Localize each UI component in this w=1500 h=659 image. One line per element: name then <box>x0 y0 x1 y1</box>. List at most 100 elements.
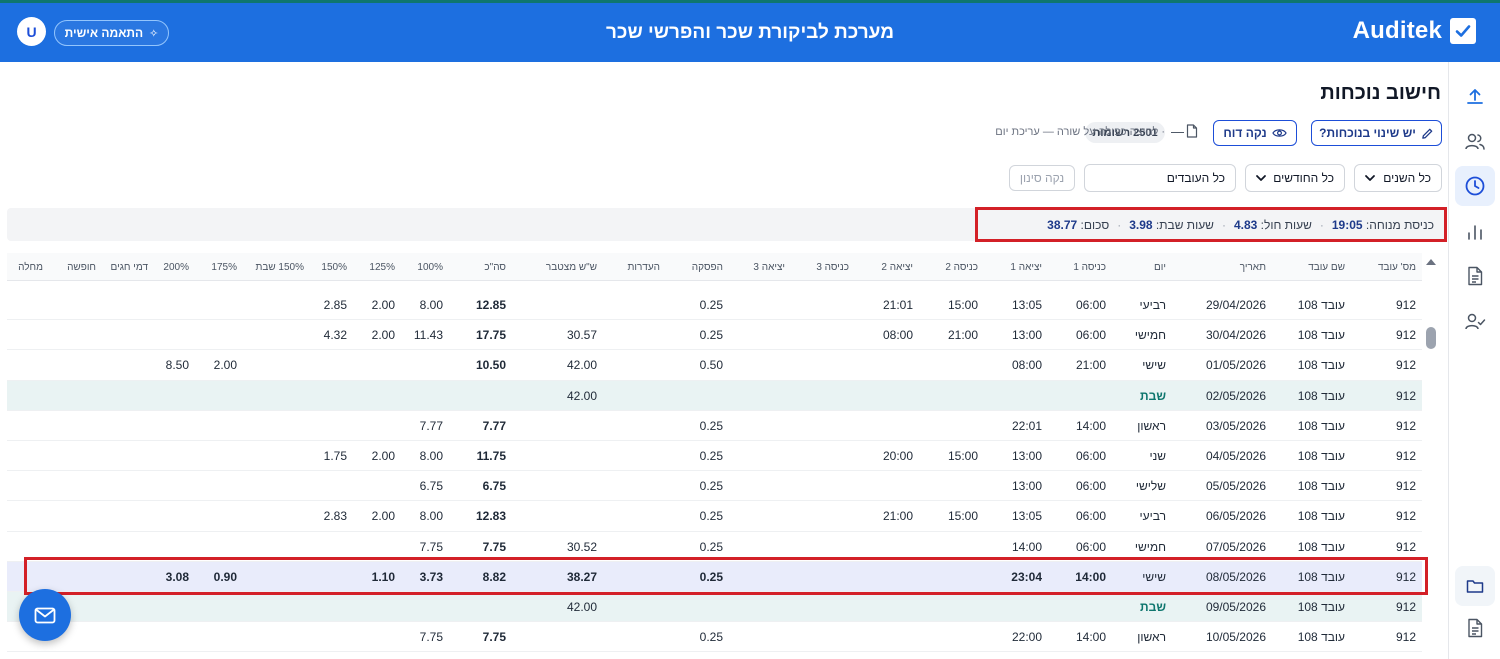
column-header-accumulated-weekly-hours[interactable]: ש"ש מצטבר <box>546 262 597 273</box>
cell-break: 0.25 <box>699 328 723 343</box>
user-avatar[interactable]: U <box>17 17 46 46</box>
employee-filter-select[interactable]: כל העובדים <box>1084 164 1236 192</box>
year-filter-select[interactable]: כל השנים <box>1354 164 1442 192</box>
table-row[interactable]: 912 עובד 108 06/05/2026 רביעי 06:00 13:05 15:0… <box>7 501 1422 532</box>
table-row[interactable]: 912 עובד 108 29/04/2026 רביעי 06:00 13:05 15:0… <box>7 290 1422 321</box>
cell-total: 10.50 <box>475 358 506 373</box>
document-icon <box>1468 266 1483 286</box>
column-header-sick[interactable]: מחלה <box>18 262 43 273</box>
table-row[interactable]: 912 עובד 108 30/04/2026 חמישי 06:00 13:00 21:0… <box>7 320 1422 351</box>
cell-day: שבת <box>1140 599 1166 614</box>
column-header-exit-3[interactable]: יציאה 3 <box>753 262 785 273</box>
sidebar-item-upload[interactable] <box>1455 76 1495 116</box>
cell-date: 10/05/2026 <box>1205 630 1266 645</box>
cell-day: שישי <box>1142 569 1166 584</box>
sidebar-item-folders[interactable] <box>1455 566 1495 606</box>
table-row[interactable]: 912 עובד 108 07/05/2026 חמישי 06:00 14:00 0.25… <box>7 531 1422 562</box>
cell-exit-1: 13:00 <box>1011 328 1042 343</box>
column-header-employee-id[interactable]: מס' עובד <box>1378 262 1416 273</box>
column-header-pct-200[interactable]: 200% <box>163 262 189 273</box>
sidebar-item-attendance[interactable] <box>1455 166 1495 206</box>
cell-total: 11.75 <box>476 448 506 463</box>
scrollbar-thumb[interactable] <box>1426 327 1436 349</box>
cell-break: 0.25 <box>699 509 723 524</box>
cell-employee-id: 912 <box>1395 630 1416 645</box>
cell-day: שישי <box>1142 358 1166 373</box>
sidebar-nav <box>1448 62 1500 659</box>
column-header-absence[interactable]: העדרות <box>627 262 660 273</box>
table-row[interactable]: 912 עובד 108 01/05/2026 שישי 21:00 08:00 0.50 4… <box>7 350 1422 381</box>
cell-pct-100: 6.75 <box>419 479 443 494</box>
table-row[interactable]: 912 עובד 108 08/05/2026 שישי 14:00 23:04 0.25 3… <box>7 561 1422 592</box>
table-row[interactable]: 912 עובד 108 09/05/2026 שבת 42.00 <box>7 591 1422 623</box>
sidebar-item-reports[interactable] <box>1455 212 1495 252</box>
cell-pct-150: 1.75 <box>323 448 347 463</box>
cell-accumulated-weekly-hours: 38.27 <box>566 569 597 584</box>
sidebar-item-approvals[interactable] <box>1455 302 1495 342</box>
cell-day: רביעי <box>1139 298 1166 312</box>
clear-filter-button[interactable]: נקה סינון <box>1009 165 1075 191</box>
cell-break: 0.25 <box>699 630 723 645</box>
contact-mail-button[interactable] <box>19 589 71 641</box>
cell-date: 29/04/2026 <box>1205 298 1266 312</box>
cell-entry-1: 06:00 <box>1075 509 1106 524</box>
cell-employee-name: עובד 108 <box>1297 509 1345 524</box>
cell-accumulated-weekly-hours: 30.52 <box>566 539 597 554</box>
attendance-change-label: יש שינוי בנוכחות? <box>1319 126 1416 140</box>
attendance-change-button[interactable]: יש שינוי בנוכחות? <box>1311 120 1442 146</box>
column-header-pct-175[interactable]: 175% <box>211 262 237 273</box>
cell-pct-150: 4.32 <box>323 328 347 343</box>
edit-hint: · לחיצה כפולה על שורה — עריכת יום <box>995 126 1165 138</box>
cell-total: 7.75 <box>482 630 506 645</box>
cell-pct-125: 2.00 <box>371 448 395 463</box>
column-header-entry-2[interactable]: כניסה 2 <box>945 262 978 273</box>
cell-exit-1: 23:04 <box>1011 569 1042 584</box>
table-row[interactable]: 912 עובד 108 05/05/2026 שלישי 06:00 13:00 0.25… <box>7 471 1422 502</box>
column-header-exit-2[interactable]: יציאה 2 <box>881 262 913 273</box>
rest-entry-value: 19:05 <box>1331 217 1363 232</box>
cell-pct-125: 2.00 <box>371 328 395 343</box>
cell-date: 02/05/2026 <box>1205 388 1266 403</box>
table-scrollbar[interactable] <box>1424 254 1438 659</box>
table-row[interactable]: 912 עובד 108 04/05/2026 שני 06:00 13:00 15:00 2… <box>7 440 1422 472</box>
column-header-vacation[interactable]: חופשה <box>67 262 96 273</box>
sidebar-item-employees[interactable] <box>1455 122 1495 162</box>
cell-day: חמישי <box>1134 539 1166 554</box>
table-row[interactable]: 912 עובד 108 02/05/2026 שבת 42.00 <box>7 380 1422 411</box>
column-header-pct-125[interactable]: 125% <box>369 262 395 273</box>
sidebar-item-files[interactable] <box>1455 608 1495 648</box>
column-header-break[interactable]: הפסקה <box>692 262 723 273</box>
table-row[interactable]: 912 עובד 108 03/05/2026 ראשון 14:00 22:01 0.25… <box>7 410 1422 441</box>
cell-day: ראשון <box>1137 418 1166 433</box>
personalize-button[interactable]: ✧ התאמה אישית <box>54 20 169 46</box>
file-icon <box>1186 124 1198 143</box>
upload-icon <box>1467 89 1483 104</box>
cell-entry-1: 21:00 <box>1075 358 1106 373</box>
column-header-exit-1[interactable]: יציאה 1 <box>1010 262 1042 273</box>
clean-report-button[interactable]: נקה דוח <box>1213 120 1297 146</box>
column-header-employee-name[interactable]: שם עובד <box>1308 262 1345 273</box>
column-header-day[interactable]: יום <box>1154 262 1166 273</box>
cell-entry-2: 21:00 <box>947 328 978 343</box>
cell-day: חמישי <box>1134 328 1166 343</box>
table-row[interactable]: 912 עובד 108 10/05/2026 ראשון 14:00 22:00 0.25… <box>7 622 1422 653</box>
cell-entry-1: 06:00 <box>1075 328 1106 343</box>
column-header-entry-1[interactable]: כניסה 1 <box>1073 262 1106 273</box>
cell-employee-id: 912 <box>1395 388 1416 403</box>
folder-icon <box>1466 580 1484 593</box>
cell-employee-name: עובד 108 <box>1297 569 1345 584</box>
column-header-pct-100[interactable]: 100% <box>417 262 443 273</box>
column-header-total[interactable]: סה"כ <box>484 262 506 273</box>
column-header-holiday-pay[interactable]: דמי חגים <box>111 262 148 273</box>
sidebar-item-documents[interactable] <box>1455 256 1495 296</box>
cell-employee-id: 912 <box>1395 599 1416 614</box>
column-header-entry-3[interactable]: כניסה 3 <box>816 262 849 273</box>
column-header-pct-150[interactable]: 150% <box>321 262 347 273</box>
cell-exit-1: 08:00 <box>1011 358 1042 373</box>
cell-date: 05/05/2026 <box>1205 479 1266 494</box>
cell-day: שבת <box>1140 388 1166 403</box>
cell-pct-200: 3.08 <box>165 569 189 584</box>
column-header-date[interactable]: תאריך <box>1240 262 1266 273</box>
month-filter-select[interactable]: כל החודשים <box>1245 164 1345 192</box>
column-header-pct-150-shabbat[interactable]: 150% שבת <box>255 262 304 273</box>
